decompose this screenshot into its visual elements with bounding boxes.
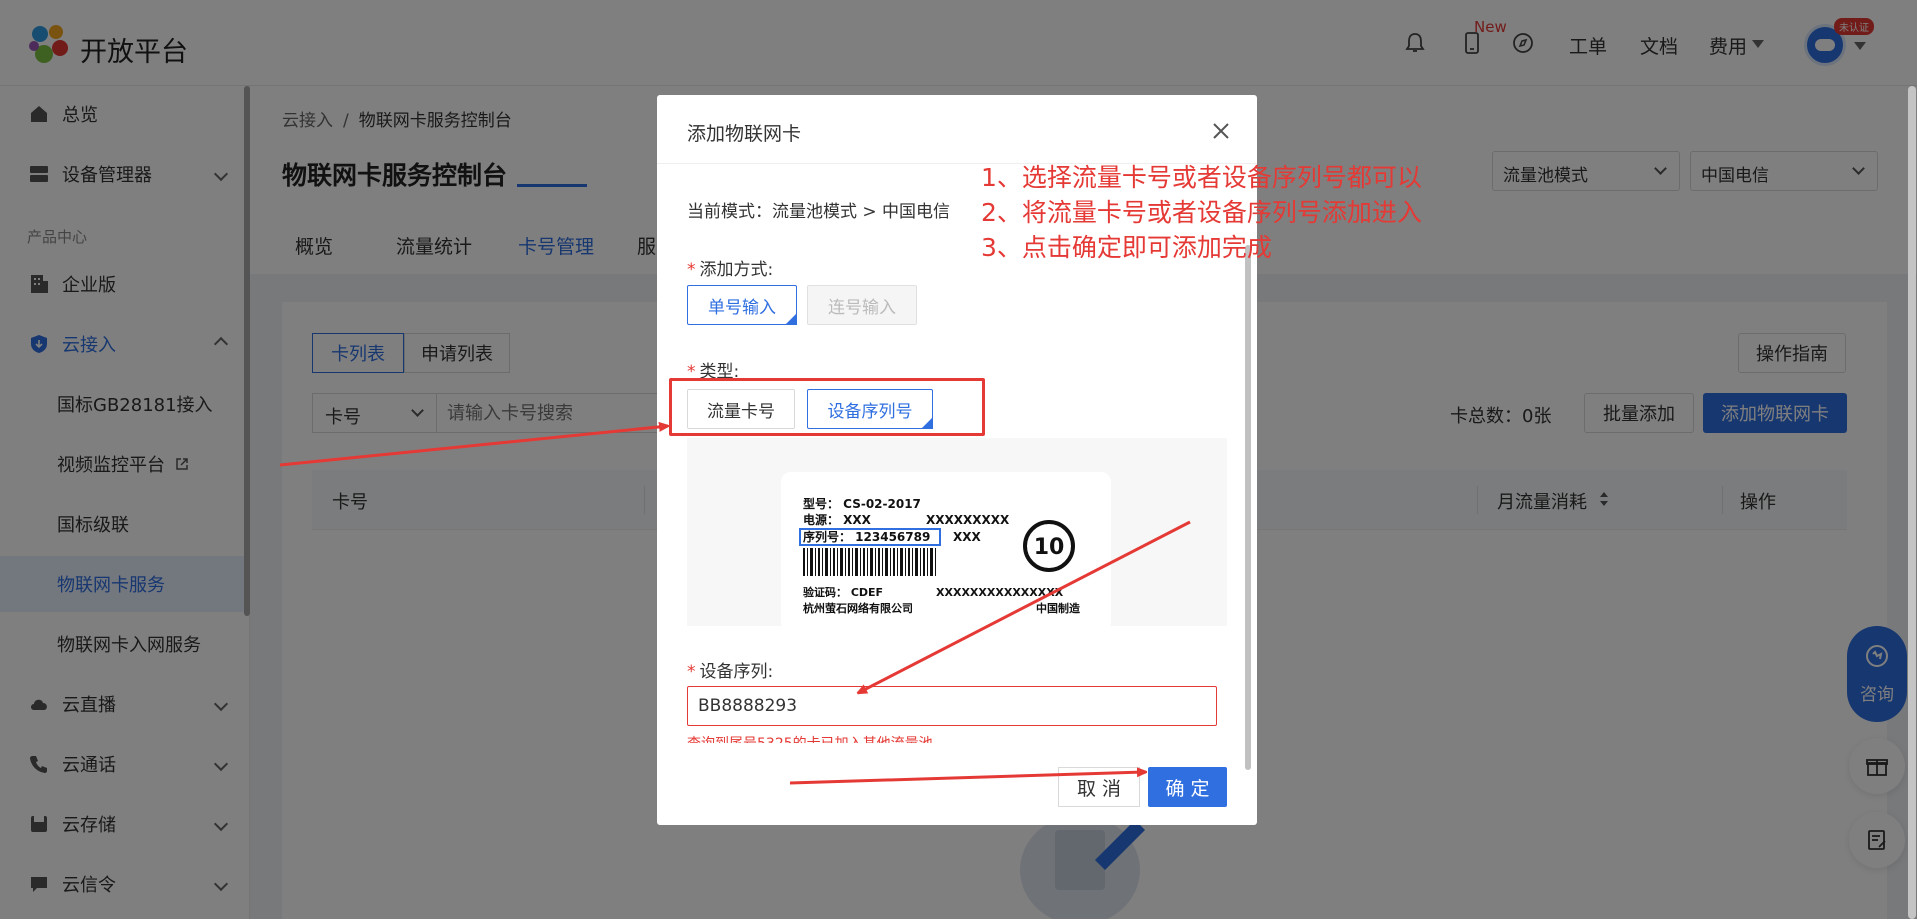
add-method-label: * 添加方式: <box>687 260 774 280</box>
svg-text:10: 10 <box>1034 535 1065 560</box>
close-icon[interactable] <box>1209 119 1233 143</box>
current-mode-text: 当前模式：流量池模式 > 中国电信 <box>687 202 951 222</box>
device-serial-input[interactable] <box>687 686 1217 726</box>
dialog-scrollbar[interactable] <box>1245 245 1251 770</box>
svg-text:序列号： 123456789: 序列号： 123456789 <box>803 529 930 544</box>
serial-input-option[interactable]: 连号输入 <box>807 285 917 325</box>
confirm-button[interactable]: 确 定 <box>1148 767 1227 807</box>
svg-text:杭州萤石网络有限公司: 杭州萤石网络有限公司 <box>803 601 913 615</box>
error-message: 查询到尾号5325的卡已加入其他流量池 <box>687 733 933 743</box>
serial-label: * 设备序列: <box>687 662 774 682</box>
svg-text:验证码： CDEF: 验证码： CDEF <box>803 585 883 599</box>
cancel-button[interactable]: 取 消 <box>1058 767 1140 807</box>
device-label-preview: 型号： CS-02-2017 电源： XXX XXXXXXXXX 序列号： 12… <box>687 438 1227 626</box>
svg-text:XXXXXXXXXXXXXXX: XXXXXXXXXXXXXXX <box>936 586 1064 599</box>
svg-text:电源： XXX: 电源： XXX <box>803 512 872 527</box>
annotation-step-3: 3、点击确定即可添加完成 <box>981 233 1272 262</box>
page-scrollbar[interactable] <box>1908 86 1916 919</box>
svg-text:XXX: XXX <box>953 530 982 544</box>
svg-text:型号： CS-02-2017: 型号： CS-02-2017 <box>803 496 921 511</box>
svg-text:中国制造: 中国制造 <box>1036 601 1081 615</box>
dialog-title: 添加物联网卡 <box>687 123 802 145</box>
svg-text:XXXXXXXXX: XXXXXXXXX <box>926 513 1010 527</box>
device-label-image: 型号： CS-02-2017 电源： XXX XXXXXXXXX 序列号： 12… <box>781 472 1111 626</box>
annotation-highlight-box <box>669 378 985 436</box>
single-input-option[interactable]: 单号输入 <box>687 285 797 325</box>
annotation-step-1: 1、选择流量卡号或者设备序列号都可以 <box>981 163 1422 192</box>
annotation-step-2: 2、将流量卡号或者设备序列号添加进入 <box>981 198 1422 227</box>
